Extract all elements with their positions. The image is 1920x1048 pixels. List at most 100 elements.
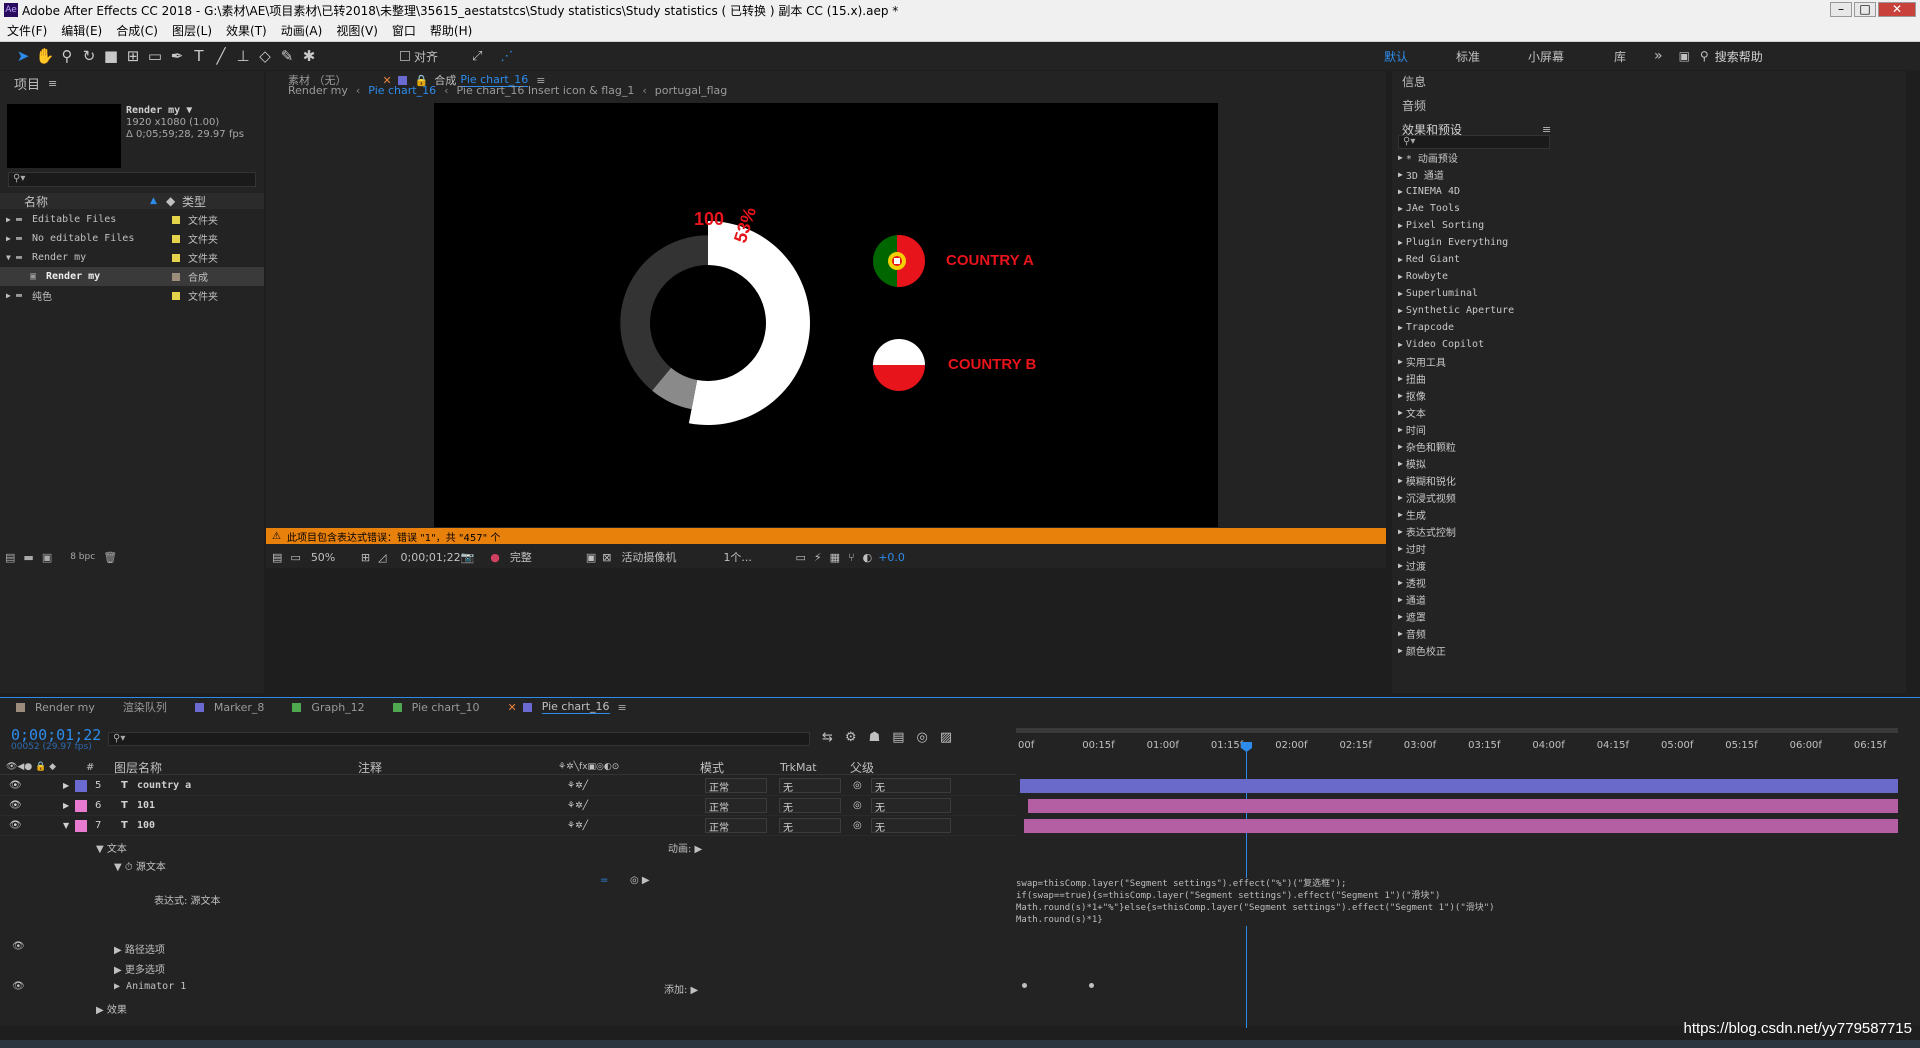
trkmat-select[interactable]: 无 xyxy=(779,818,841,834)
monitor-icon[interactable]: ▭ xyxy=(290,551,300,564)
rotate-tool-icon[interactable]: ↻ xyxy=(78,47,100,65)
animate-menu[interactable]: 动画: ▶ xyxy=(668,840,702,855)
close-button[interactable]: ✕ xyxy=(1878,2,1916,17)
transparency-grid-icon[interactable]: ⊠ xyxy=(602,551,611,564)
layer-name[interactable]: 100 xyxy=(137,820,567,831)
flowchart-icon[interactable]: ⑂ xyxy=(848,551,855,564)
parent-pickwhip-icon[interactable]: ◎ xyxy=(853,800,871,811)
expand-arrow-icon[interactable]: ▼ xyxy=(6,253,16,262)
add-menu[interactable]: 添加: ▶ xyxy=(664,981,698,996)
animator-eye-icon[interactable]: 👁 xyxy=(12,981,25,992)
menu-item[interactable]: 视图(V) xyxy=(329,22,385,39)
always-preview-icon[interactable]: ▤ xyxy=(272,551,282,564)
current-time[interactable]: 0;00;01;22 xyxy=(401,551,461,564)
effects-category[interactable]: ▶ 颜色校正 xyxy=(1392,642,1558,659)
reset-exposure-icon[interactable]: ◐ xyxy=(863,551,873,564)
snap-options-icon[interactable]: ⋰ xyxy=(500,49,513,64)
maximize-button[interactable]: □ xyxy=(1854,2,1876,17)
blend-mode-select[interactable]: 正常 xyxy=(705,798,767,814)
effects-category[interactable]: ▶ 生成 xyxy=(1392,506,1558,523)
menu-item[interactable]: 动画(A) xyxy=(274,22,330,39)
timeline-tab[interactable]: Render my xyxy=(16,701,95,714)
effects-category[interactable]: ▶ Pixel Sorting xyxy=(1392,217,1558,234)
keyframe-marker[interactable] xyxy=(1022,983,1027,988)
effects-category[interactable]: ▶ JAe Tools xyxy=(1392,200,1558,217)
prop-text[interactable]: ▼ 文本 xyxy=(96,840,127,855)
blend-mode-select[interactable]: 正常 xyxy=(705,778,767,794)
info-panel-title[interactable]: 信息 xyxy=(1402,73,1426,90)
col-mode[interactable]: 模式 xyxy=(700,759,780,776)
effects-category[interactable]: ▶ 3D 通道 xyxy=(1392,166,1558,183)
prop-more-options[interactable]: ▶ 更多选项 xyxy=(114,961,165,976)
expression-editor[interactable]: swap=thisComp.layer("Segment settings").… xyxy=(1016,878,1896,926)
effects-category[interactable]: ▶ CINEMA 4D xyxy=(1392,183,1558,200)
breadcrumb-item[interactable]: Pie chart_16 xyxy=(368,84,436,97)
region-icon[interactable]: ◿ xyxy=(378,551,386,564)
delete-icon[interactable]: 🗑 xyxy=(103,551,117,564)
minimize-button[interactable]: – xyxy=(1830,2,1852,17)
layer-name[interactable]: country a xyxy=(137,780,567,791)
eye-icon[interactable]: 👁 xyxy=(9,820,63,831)
toggle-pixel-aspect-icon[interactable]: ▭ xyxy=(795,551,805,564)
col-parent[interactable]: 父级 xyxy=(850,759,874,776)
zoom-select[interactable]: 50% xyxy=(311,551,361,564)
prop-path-options[interactable]: ▶ 路径选项 xyxy=(114,941,165,956)
path-options-eye-icon[interactable]: 👁 xyxy=(12,941,25,952)
menu-item[interactable]: 窗口 xyxy=(385,22,423,39)
eye-icon[interactable]: 👁 xyxy=(9,780,63,791)
fast-previews-icon[interactable]: ⚡ xyxy=(814,551,822,564)
layer-duration-bar[interactable] xyxy=(1028,799,1898,813)
roi-icon[interactable]: ▣ xyxy=(586,551,596,564)
effects-category[interactable]: ▶ Synthetic Aperture xyxy=(1392,302,1558,319)
layer-switches[interactable]: ⚘✲╱ xyxy=(567,801,705,811)
project-item[interactable]: ▣ Render my 合成 xyxy=(0,267,264,286)
effects-category[interactable]: ▶ Plugin Everything xyxy=(1392,234,1558,251)
col-comment[interactable]: 注释 xyxy=(358,759,558,776)
project-search-input[interactable]: ⚲▾ xyxy=(8,172,256,187)
eraser-tool-icon[interactable]: ◇ xyxy=(254,47,276,65)
comp-canvas[interactable]: 100 53% COUNTRY A COUNTRY B xyxy=(434,103,1218,527)
menu-item[interactable]: 文件(F) xyxy=(0,22,54,39)
motion-blur-icon[interactable]: ◎ xyxy=(917,730,928,745)
menu-item[interactable]: 图层(L) xyxy=(165,22,219,39)
layer-row[interactable]: 👁 ▼ 7 T 100 ⚘✲╱ 正常无 ◎ 无 xyxy=(0,816,1016,836)
parent-select[interactable]: 无 xyxy=(871,818,951,834)
effects-category[interactable]: ▶ Superluminal xyxy=(1392,285,1558,302)
eye-icon[interactable]: 👁 xyxy=(9,800,63,811)
exposure-value[interactable]: +0.0 xyxy=(878,551,905,564)
col-layer-name[interactable]: 图层名称 xyxy=(114,759,358,776)
workspace-default[interactable]: 默认 xyxy=(1384,48,1456,65)
column-type[interactable]: 类型 xyxy=(182,193,206,210)
new-comp-icon[interactable]: ▣ xyxy=(42,551,52,564)
timeline-menu-icon[interactable]: ≡ xyxy=(618,701,627,714)
workspace-standard[interactable]: 标准 xyxy=(1456,48,1528,65)
pen-tool-icon[interactable]: ✒ xyxy=(166,47,188,65)
parent-pickwhip-icon[interactable]: ◎ xyxy=(853,820,871,831)
prop-source-text[interactable]: ▼ ⏱ 源文本 xyxy=(114,858,166,873)
puppet-pin-tool-icon[interactable]: ✱ xyxy=(298,47,320,65)
effects-category[interactable]: ▶ 实用工具 xyxy=(1392,353,1558,370)
effects-category[interactable]: ▶ 表达式控制 xyxy=(1392,523,1558,540)
project-item[interactable]: ▶ ▬ Editable Files 文件夹 xyxy=(0,210,264,229)
camera-tool-icon[interactable]: ■ xyxy=(100,47,122,65)
keyframe-marker[interactable] xyxy=(1089,983,1094,988)
comp-mini-flowchart-icon[interactable]: ⇆ xyxy=(822,730,833,745)
snapshot-icon[interactable]: 📷 xyxy=(461,551,475,564)
blend-mode-select[interactable]: 正常 xyxy=(705,818,767,834)
camera-select[interactable]: 活动摄像机 xyxy=(621,549,723,565)
effects-category[interactable]: ▶ 通道 xyxy=(1392,591,1558,608)
graph-editor-icon[interactable]: ▨ xyxy=(940,730,952,745)
brush-tool-icon[interactable]: ╱ xyxy=(210,47,232,65)
parent-select[interactable]: 无 xyxy=(871,778,951,794)
layer-label-swatch[interactable] xyxy=(75,799,87,812)
time-navigator[interactable] xyxy=(1016,728,1898,733)
expand-arrow-icon[interactable]: ▶ xyxy=(6,215,16,224)
bpc-label[interactable]: 8 bpc xyxy=(70,552,95,562)
effects-category[interactable]: ▶ Red Giant xyxy=(1392,251,1558,268)
layer-switches[interactable]: ⚘✲╱ xyxy=(567,821,705,831)
timeline-icon[interactable]: ▦ xyxy=(830,551,840,564)
search-help-input[interactable]: 搜索帮助 xyxy=(1715,48,1865,65)
timeline-tab[interactable]: ✕ Pie chart_16 ≡ xyxy=(507,700,627,714)
layer-label-swatch[interactable] xyxy=(75,819,87,832)
prop-animator[interactable]: ▶ Animator 1 xyxy=(114,981,186,992)
